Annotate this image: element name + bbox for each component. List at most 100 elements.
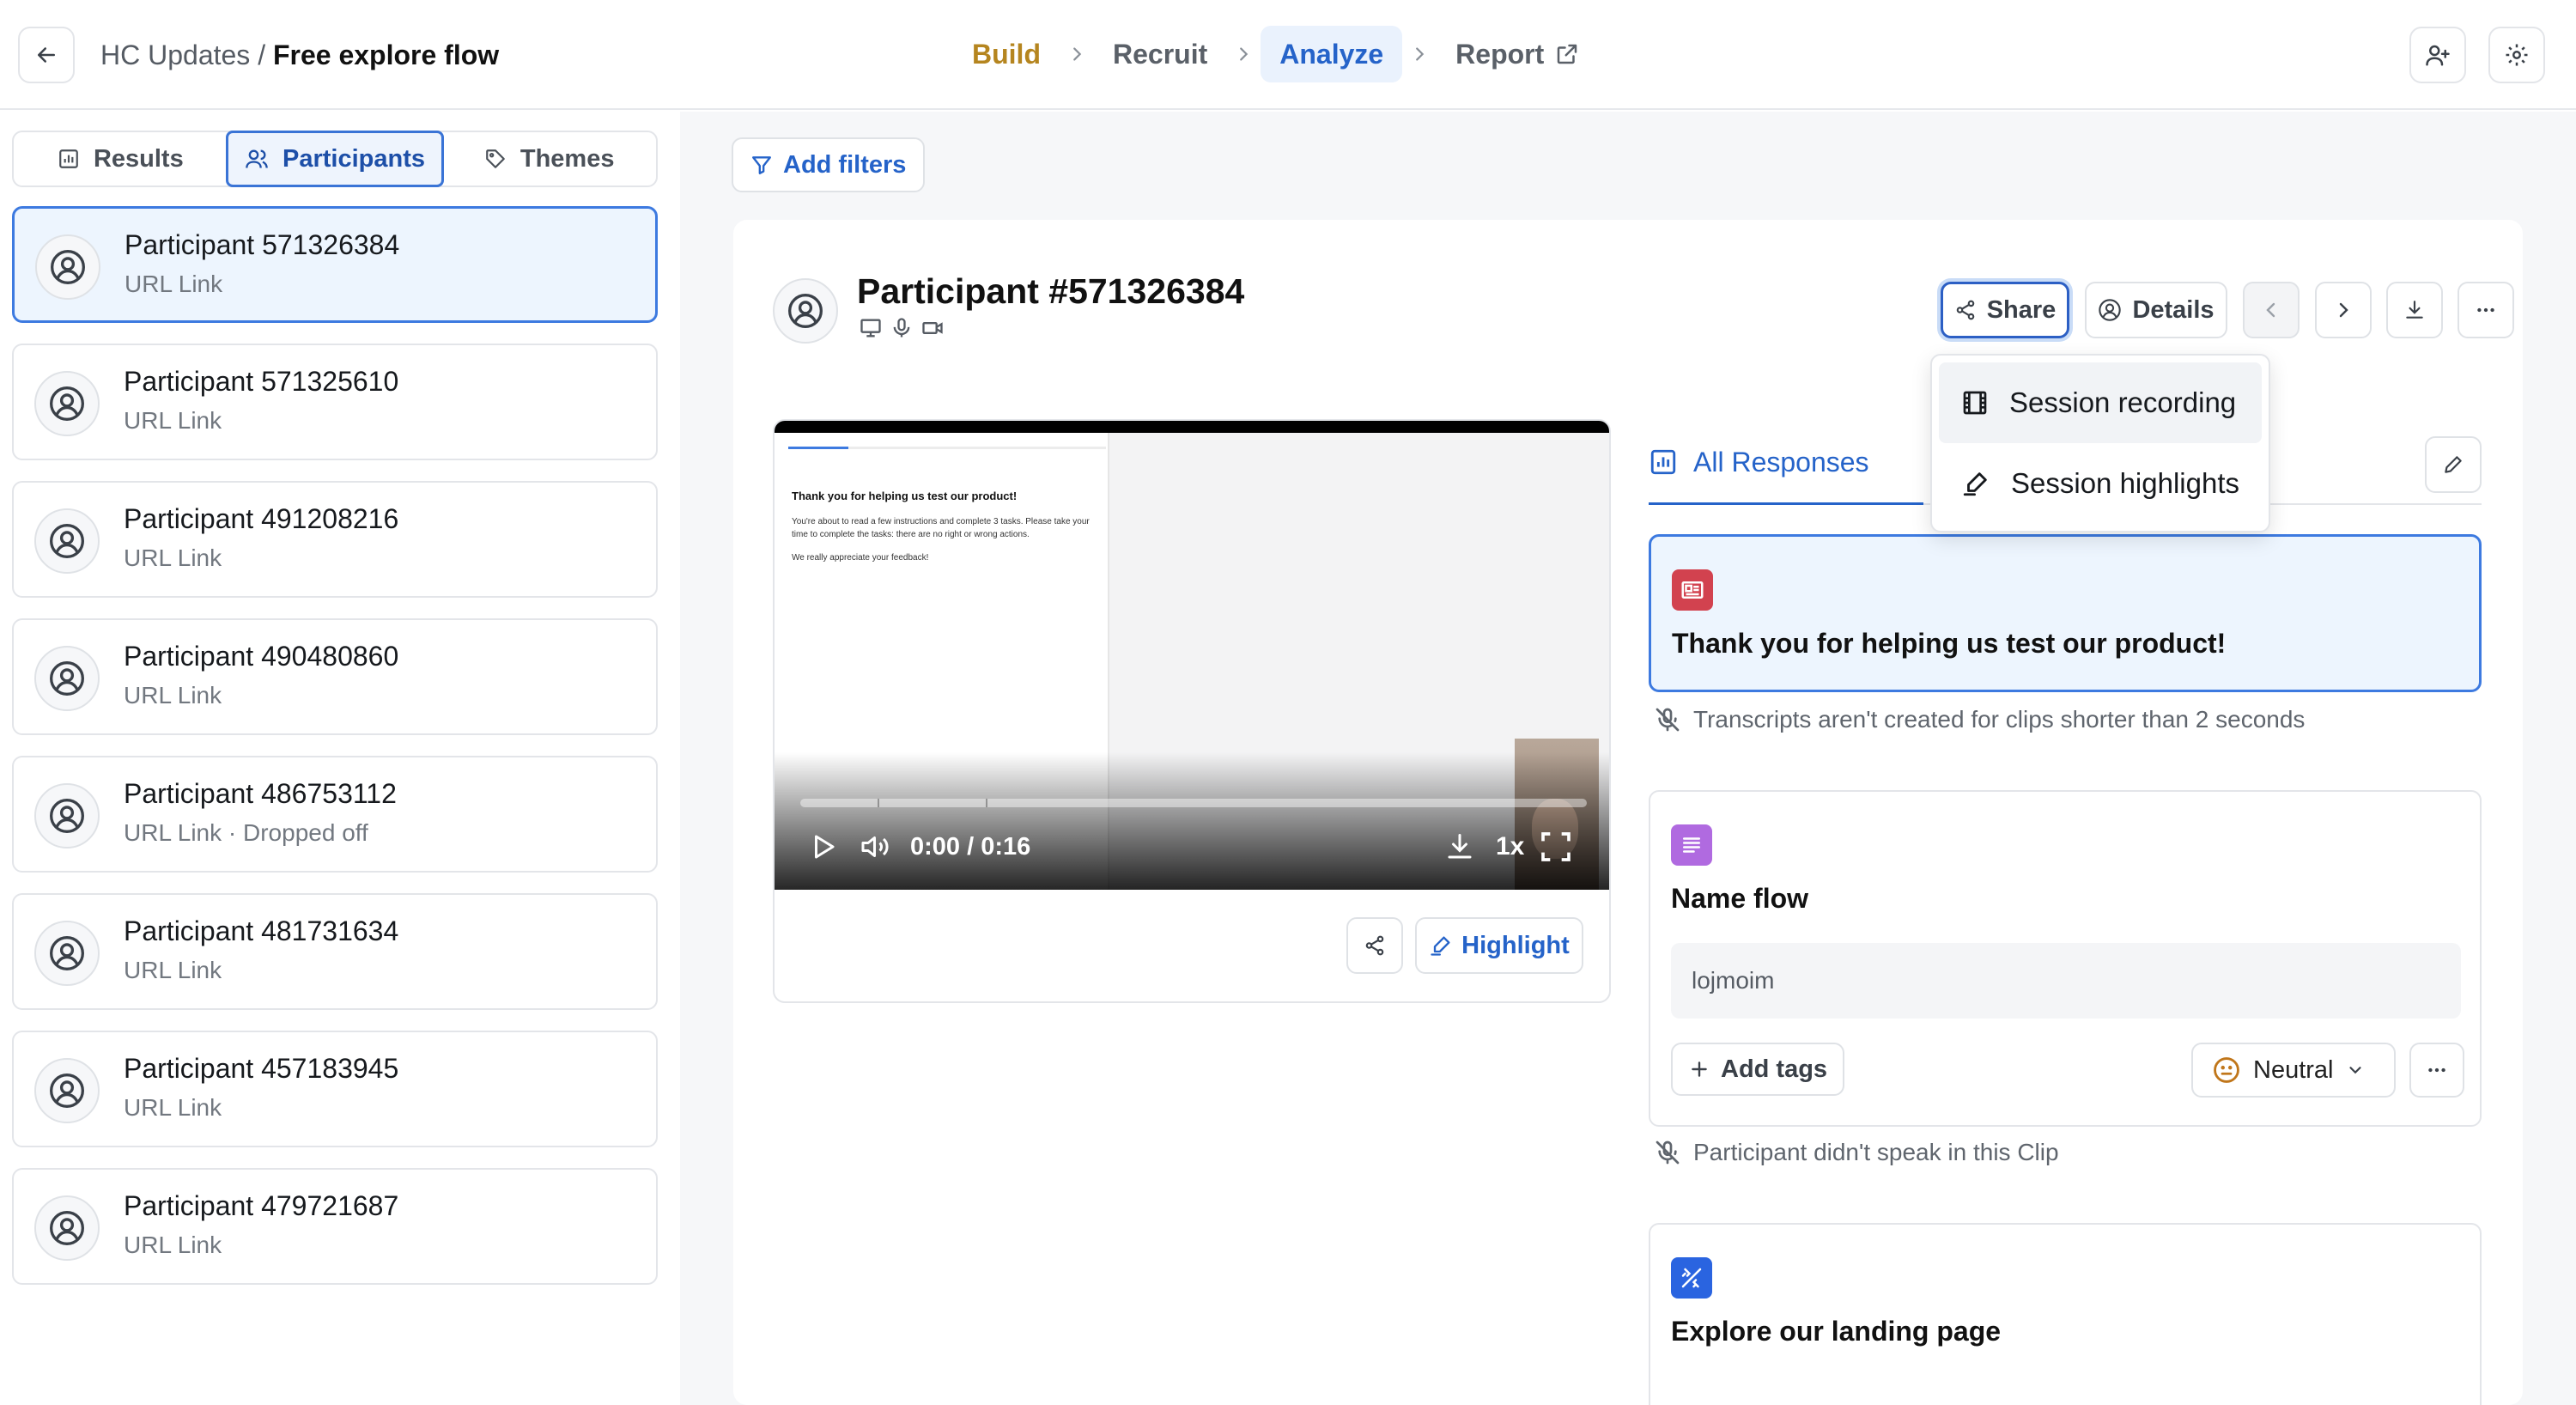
breadcrumb-project[interactable]: HC Updates <box>100 40 250 70</box>
tab-themes-label: Themes <box>519 144 615 173</box>
video-card: Thank you for helping us test our produc… <box>773 419 1611 1003</box>
response-card-name-flow[interactable]: Name flow lojmoim Add tags Neutral <box>1649 790 2482 1127</box>
tab-all-responses[interactable]: All Responses <box>1649 435 1869 490</box>
participant-name: Participant 486753112 <box>124 778 397 809</box>
video-scrubber[interactable] <box>800 799 1587 807</box>
download-button[interactable] <box>2386 282 2443 338</box>
response-title: Explore our landing page <box>1671 1316 2002 1347</box>
fullscreen-button[interactable] <box>1539 830 1573 864</box>
step-report[interactable]: Report <box>1437 26 1599 82</box>
more-options-button[interactable] <box>2458 282 2514 338</box>
more-horizontal-icon <box>2477 307 2494 313</box>
breadcrumb: HC Updates / Free explore flow <box>100 34 499 76</box>
participant-name: Participant 457183945 <box>124 1053 399 1084</box>
response-more-button[interactable] <box>2409 1043 2464 1098</box>
task-block-icon <box>1671 1257 1712 1299</box>
highlighter-icon <box>1431 936 1450 956</box>
plus-icon <box>1692 1061 1707 1077</box>
video-download-button[interactable] <box>1444 830 1475 864</box>
user-circle-icon <box>50 936 84 970</box>
play-icon <box>815 835 835 859</box>
participant-card[interactable]: Participant 486753112 URL Link · Dropped… <box>12 756 658 873</box>
menu-item-label: Session highlights <box>2011 467 2239 499</box>
video-time: 0:00 / 0:16 <box>910 832 1031 861</box>
left-panel: Results Participants Themes Participant … <box>0 112 678 1405</box>
response-card-explore[interactable]: Explore our landing page <box>1649 1223 2482 1405</box>
sentiment-select[interactable]: Neutral <box>2191 1043 2396 1098</box>
participant-card[interactable]: Participant 479721687 URL Link <box>12 1168 658 1285</box>
playback-speed-button[interactable]: 1x <box>1496 830 1524 864</box>
share-icon <box>1956 300 1974 320</box>
step-analyze[interactable]: Analyze <box>1261 26 1403 82</box>
participant-card[interactable]: Participant 491208216 URL Link <box>12 481 658 598</box>
recorded-progress <box>788 447 1106 449</box>
session-video[interactable]: Thank you for helping us test our produc… <box>775 421 1609 890</box>
all-responses-label: All Responses <box>1693 446 1869 477</box>
settings-button[interactable] <box>2488 27 2545 83</box>
highlight-label: Highlight <box>1461 931 1570 959</box>
pencil-icon <box>2445 456 2462 473</box>
participant-name: Participant 571326384 <box>125 229 400 260</box>
chevron-right-icon <box>1402 45 1437 64</box>
add-filters-button[interactable]: Add filters <box>732 137 926 192</box>
highlight-button[interactable]: Highlight <box>1415 917 1583 974</box>
avatar <box>34 646 100 711</box>
tab-themes[interactable]: Themes <box>442 132 656 186</box>
response-card-welcome[interactable]: Thank you for helping us test our produc… <box>1649 534 2482 692</box>
view-tabs: Results Participants Themes <box>12 131 658 187</box>
participant-source: URL Link <box>124 407 222 434</box>
volume-icon <box>861 836 889 857</box>
avatar <box>34 783 100 848</box>
play-button[interactable] <box>807 830 838 864</box>
step-recruit[interactable]: Recruit <box>1094 26 1226 82</box>
invite-user-button[interactable] <box>2409 27 2466 83</box>
participant-card[interactable]: Participant 481731634 URL Link <box>12 893 658 1010</box>
tab-results[interactable]: Results <box>14 132 228 186</box>
user-circle-icon <box>2099 299 2122 321</box>
more-horizontal-icon <box>2428 1067 2445 1073</box>
response-answer: lojmoim <box>1671 943 2461 1019</box>
tab-results-label: Results <box>93 144 184 173</box>
participant-source: URL Link · Dropped off <box>124 819 368 846</box>
participant-card[interactable]: Participant 571326384 URL Link <box>12 206 658 323</box>
user-plus-icon <box>2426 45 2450 66</box>
user-circle-icon <box>50 524 84 558</box>
previous-participant-button[interactable] <box>2243 282 2300 338</box>
external-link-icon <box>1558 44 1577 64</box>
add-tags-button[interactable]: Add tags <box>1671 1043 1845 1096</box>
participant-card[interactable]: Participant 457183945 URL Link <box>12 1031 658 1147</box>
download-icon <box>2406 301 2423 319</box>
arrow-left-icon <box>38 47 55 63</box>
response-title: Name flow <box>1671 883 1809 914</box>
download-icon <box>1448 834 1472 859</box>
clip-share-button[interactable] <box>1346 917 1403 974</box>
next-participant-button[interactable] <box>2315 282 2372 338</box>
mic-off-icon <box>1656 708 1680 732</box>
edit-button[interactable] <box>2425 436 2482 493</box>
breadcrumb-flow: Free explore flow <box>272 40 500 70</box>
user-circle-icon <box>50 1074 84 1108</box>
welcome-block-icon <box>1672 569 1713 611</box>
participant-source: URL Link <box>125 271 223 297</box>
menu-item-session-highlights[interactable]: Session highlights <box>1939 443 2262 524</box>
step-report-label: Report <box>1455 39 1545 70</box>
chevron-right-icon <box>1060 45 1094 64</box>
avatar <box>34 508 100 574</box>
no-speech-note: Participant didn't speak in this Clip <box>1654 1139 2059 1166</box>
participant-list: Participant 571326384 URL Link Participa… <box>12 206 658 1305</box>
film-icon <box>1963 391 1987 415</box>
avatar <box>773 278 838 344</box>
step-build[interactable]: Build <box>953 26 1060 82</box>
details-button[interactable]: Details <box>2085 282 2227 338</box>
participant-card[interactable]: Participant 490480860 URL Link <box>12 618 658 735</box>
participant-card[interactable]: Participant 571325610 URL Link <box>12 344 658 460</box>
share-button[interactable]: Share <box>1941 282 2069 338</box>
menu-item-session-recording[interactable]: Session recording <box>1939 362 2262 443</box>
tab-participants[interactable]: Participants <box>225 131 445 187</box>
add-tags-label: Add tags <box>1721 1055 1828 1083</box>
back-button[interactable] <box>18 27 75 83</box>
recorded-body: You're about to read a few instructions … <box>792 517 1090 539</box>
avatar <box>34 371 100 436</box>
sentiment-value: Neutral <box>2253 1055 2334 1084</box>
volume-button[interactable] <box>859 830 893 864</box>
